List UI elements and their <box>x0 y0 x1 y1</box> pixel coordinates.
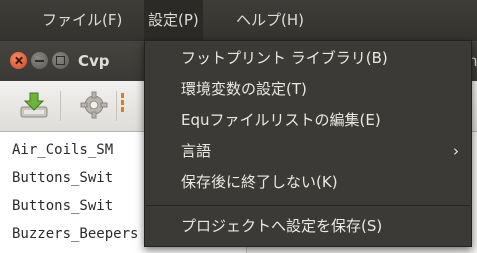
menu-help[interactable]: ヘルプ(H) <box>232 0 308 40</box>
top-menubar: ファイル(F) 設定(P) ヘルプ(H) <box>0 0 477 40</box>
menu-preferences[interactable]: 設定(P) <box>144 0 203 40</box>
menu-item-edit-equ-files[interactable]: Equファイルリストの編集(E) <box>145 105 471 136</box>
menu-item-label: フットプリント ライブラリ(B) <box>181 49 388 67</box>
menu-item-footprint-libraries[interactable]: フットプリント ライブラリ(B) <box>145 43 471 74</box>
submenu-arrow-icon: › <box>453 142 459 160</box>
maximize-window-button[interactable] <box>52 52 69 69</box>
close-window-button[interactable] <box>10 52 27 69</box>
menu-item-label: 言語 <box>181 142 212 160</box>
toolbar-grip <box>121 93 124 117</box>
menu-item-language[interactable]: 言語 › <box>145 136 471 167</box>
toolbar-divider <box>116 91 117 121</box>
app-window: ファイル(F) 設定(P) ヘルプ(H) Cvp h Air_Coils_SM … <box>0 0 477 253</box>
list-item[interactable]: Air_Coils_SM <box>12 136 113 164</box>
list-item[interactable]: Buzzers_Beepers <box>12 220 138 248</box>
menu-file[interactable]: ファイル(F) <box>38 0 126 40</box>
list-item[interactable]: Buttons_Swit <box>12 192 113 220</box>
menu-item-keep-open-on-save[interactable]: 保存後に終了しない(K) <box>145 167 471 198</box>
toolbar-divider <box>60 91 61 121</box>
menu-item-save-project-settings[interactable]: プロジェクトへ設定を保存(S) <box>145 211 471 242</box>
minimize-window-button[interactable] <box>31 52 48 69</box>
list-item[interactable]: Buttons_Swit <box>12 164 113 192</box>
menu-item-label: Equファイルリストの編集(E) <box>181 111 381 129</box>
menu-item-label: 保存後に終了しない(K) <box>181 173 338 191</box>
menu-item-label: プロジェクトへ設定を保存(S) <box>181 217 383 235</box>
download-icon[interactable] <box>18 89 50 121</box>
menu-item-label: 環境変数の設定(T) <box>181 80 307 98</box>
menu-separator <box>146 205 470 206</box>
gear-icon[interactable] <box>78 89 110 121</box>
window-title: Cvp <box>78 52 110 70</box>
preferences-dropdown-menu: フットプリント ライブラリ(B) 環境変数の設定(T) Equファイルリストの編… <box>144 40 472 247</box>
menu-item-environment-variables[interactable]: 環境変数の設定(T) <box>145 74 471 105</box>
